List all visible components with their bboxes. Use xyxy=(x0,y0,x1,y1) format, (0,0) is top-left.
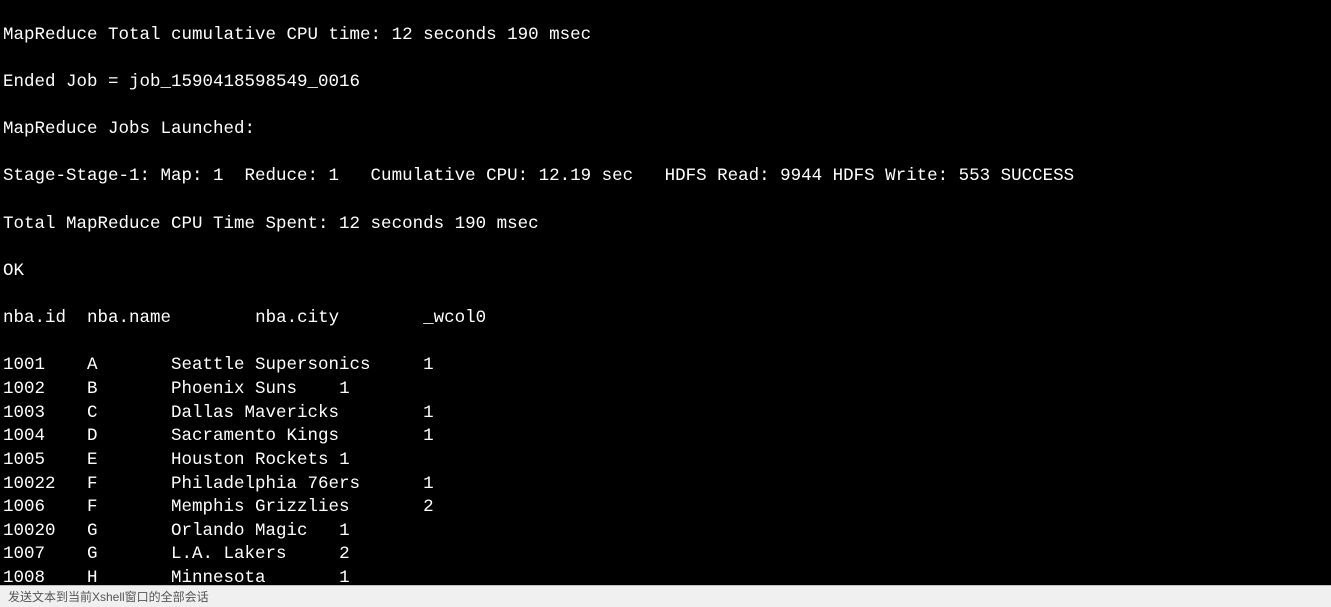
cell-id: 1003 xyxy=(3,403,87,423)
table-row: 1007 G L.A. Lakers 2 xyxy=(3,543,1328,567)
log-line: Ended Job = job_1590418598549_0016 xyxy=(3,71,1328,95)
cell-wcol0: 1 xyxy=(423,426,434,446)
cell-name: C xyxy=(87,403,171,423)
cell-wcol0: 1 xyxy=(423,403,434,423)
cell-id: 1002 xyxy=(3,379,87,399)
table-row: 10020 G Orlando Magic 1 xyxy=(3,520,1328,544)
table-body: 1001 A Seattle Supersonics 11002 B Phoen… xyxy=(3,354,1328,585)
cell-id: 1006 xyxy=(3,497,87,517)
table-row: 1008 H Minnesota 1 xyxy=(3,567,1328,585)
cell-city: Minnesota xyxy=(171,568,339,585)
col-city: nba.city xyxy=(255,308,339,328)
terminal-output[interactable]: MapReduce Total cumulative CPU time: 12 … xyxy=(0,0,1331,585)
cell-city: Orlando Magic xyxy=(171,521,339,541)
cell-id: 1005 xyxy=(3,450,87,470)
cell-name: H xyxy=(87,568,171,585)
cell-id: 1004 xyxy=(3,426,87,446)
cell-wcol0: 1 xyxy=(339,568,350,585)
cell-id: 1008 xyxy=(3,568,87,585)
col-id: nba.id xyxy=(3,308,66,328)
cell-id: 1001 xyxy=(3,355,87,375)
log-line: MapReduce Total cumulative CPU time: 12 … xyxy=(3,24,1328,48)
cell-wcol0: 1 xyxy=(339,450,350,470)
cell-wcol0: 1 xyxy=(339,521,350,541)
cell-city: Sacramento Kings xyxy=(171,426,423,446)
table-row: 1001 A Seattle Supersonics 1 xyxy=(3,354,1328,378)
cell-wcol0: 2 xyxy=(423,497,434,517)
cell-wcol0: 1 xyxy=(423,474,434,494)
status-bar: 发送文本到当前Xshell窗口的全部会话 xyxy=(0,585,1331,607)
cell-id: 10022 xyxy=(3,474,87,494)
log-line: Stage-Stage-1: Map: 1 Reduce: 1 Cumulati… xyxy=(3,165,1328,189)
cell-name: F xyxy=(87,497,171,517)
cell-city: Phoenix Suns xyxy=(171,379,339,399)
cell-city: Dallas Mavericks xyxy=(171,403,423,423)
cell-wcol0: 1 xyxy=(339,379,350,399)
cell-city: Houston Rockets xyxy=(171,450,339,470)
cell-city: Philadelphia 76ers xyxy=(171,474,423,494)
cell-name: G xyxy=(87,544,171,564)
cell-name: E xyxy=(87,450,171,470)
table-row: 1002 B Phoenix Suns 1 xyxy=(3,378,1328,402)
cell-wcol0: 1 xyxy=(423,355,434,375)
table-row: 1003 C Dallas Mavericks 1 xyxy=(3,402,1328,426)
table-header: nba.id nba.name nba.city _wcol0 xyxy=(3,307,1328,331)
cell-wcol0: 2 xyxy=(339,544,350,564)
cell-id: 1007 xyxy=(3,544,87,564)
cell-name: A xyxy=(87,355,171,375)
log-line: MapReduce Jobs Launched: xyxy=(3,118,1328,142)
log-line: Total MapReduce CPU Time Spent: 12 secon… xyxy=(3,213,1328,237)
table-row: 1005 E Houston Rockets 1 xyxy=(3,449,1328,473)
col-name: nba.name xyxy=(87,308,171,328)
cell-city: Seattle Supersonics xyxy=(171,355,423,375)
table-row: 1004 D Sacramento Kings 1 xyxy=(3,425,1328,449)
col-wcol0: _wcol0 xyxy=(423,308,486,328)
table-row: 1006 F Memphis Grizzlies 2 xyxy=(3,496,1328,520)
cell-name: G xyxy=(87,521,171,541)
cell-name: D xyxy=(87,426,171,446)
table-row: 10022 F Philadelphia 76ers 1 xyxy=(3,473,1328,497)
cell-city: L.A. Lakers xyxy=(171,544,339,564)
cell-name: B xyxy=(87,379,171,399)
cell-city: Memphis Grizzlies xyxy=(171,497,423,517)
log-line: OK xyxy=(3,260,1328,284)
cell-name: F xyxy=(87,474,171,494)
status-text: 发送文本到当前Xshell窗口的全部会话 xyxy=(8,590,209,604)
cell-id: 10020 xyxy=(3,521,87,541)
